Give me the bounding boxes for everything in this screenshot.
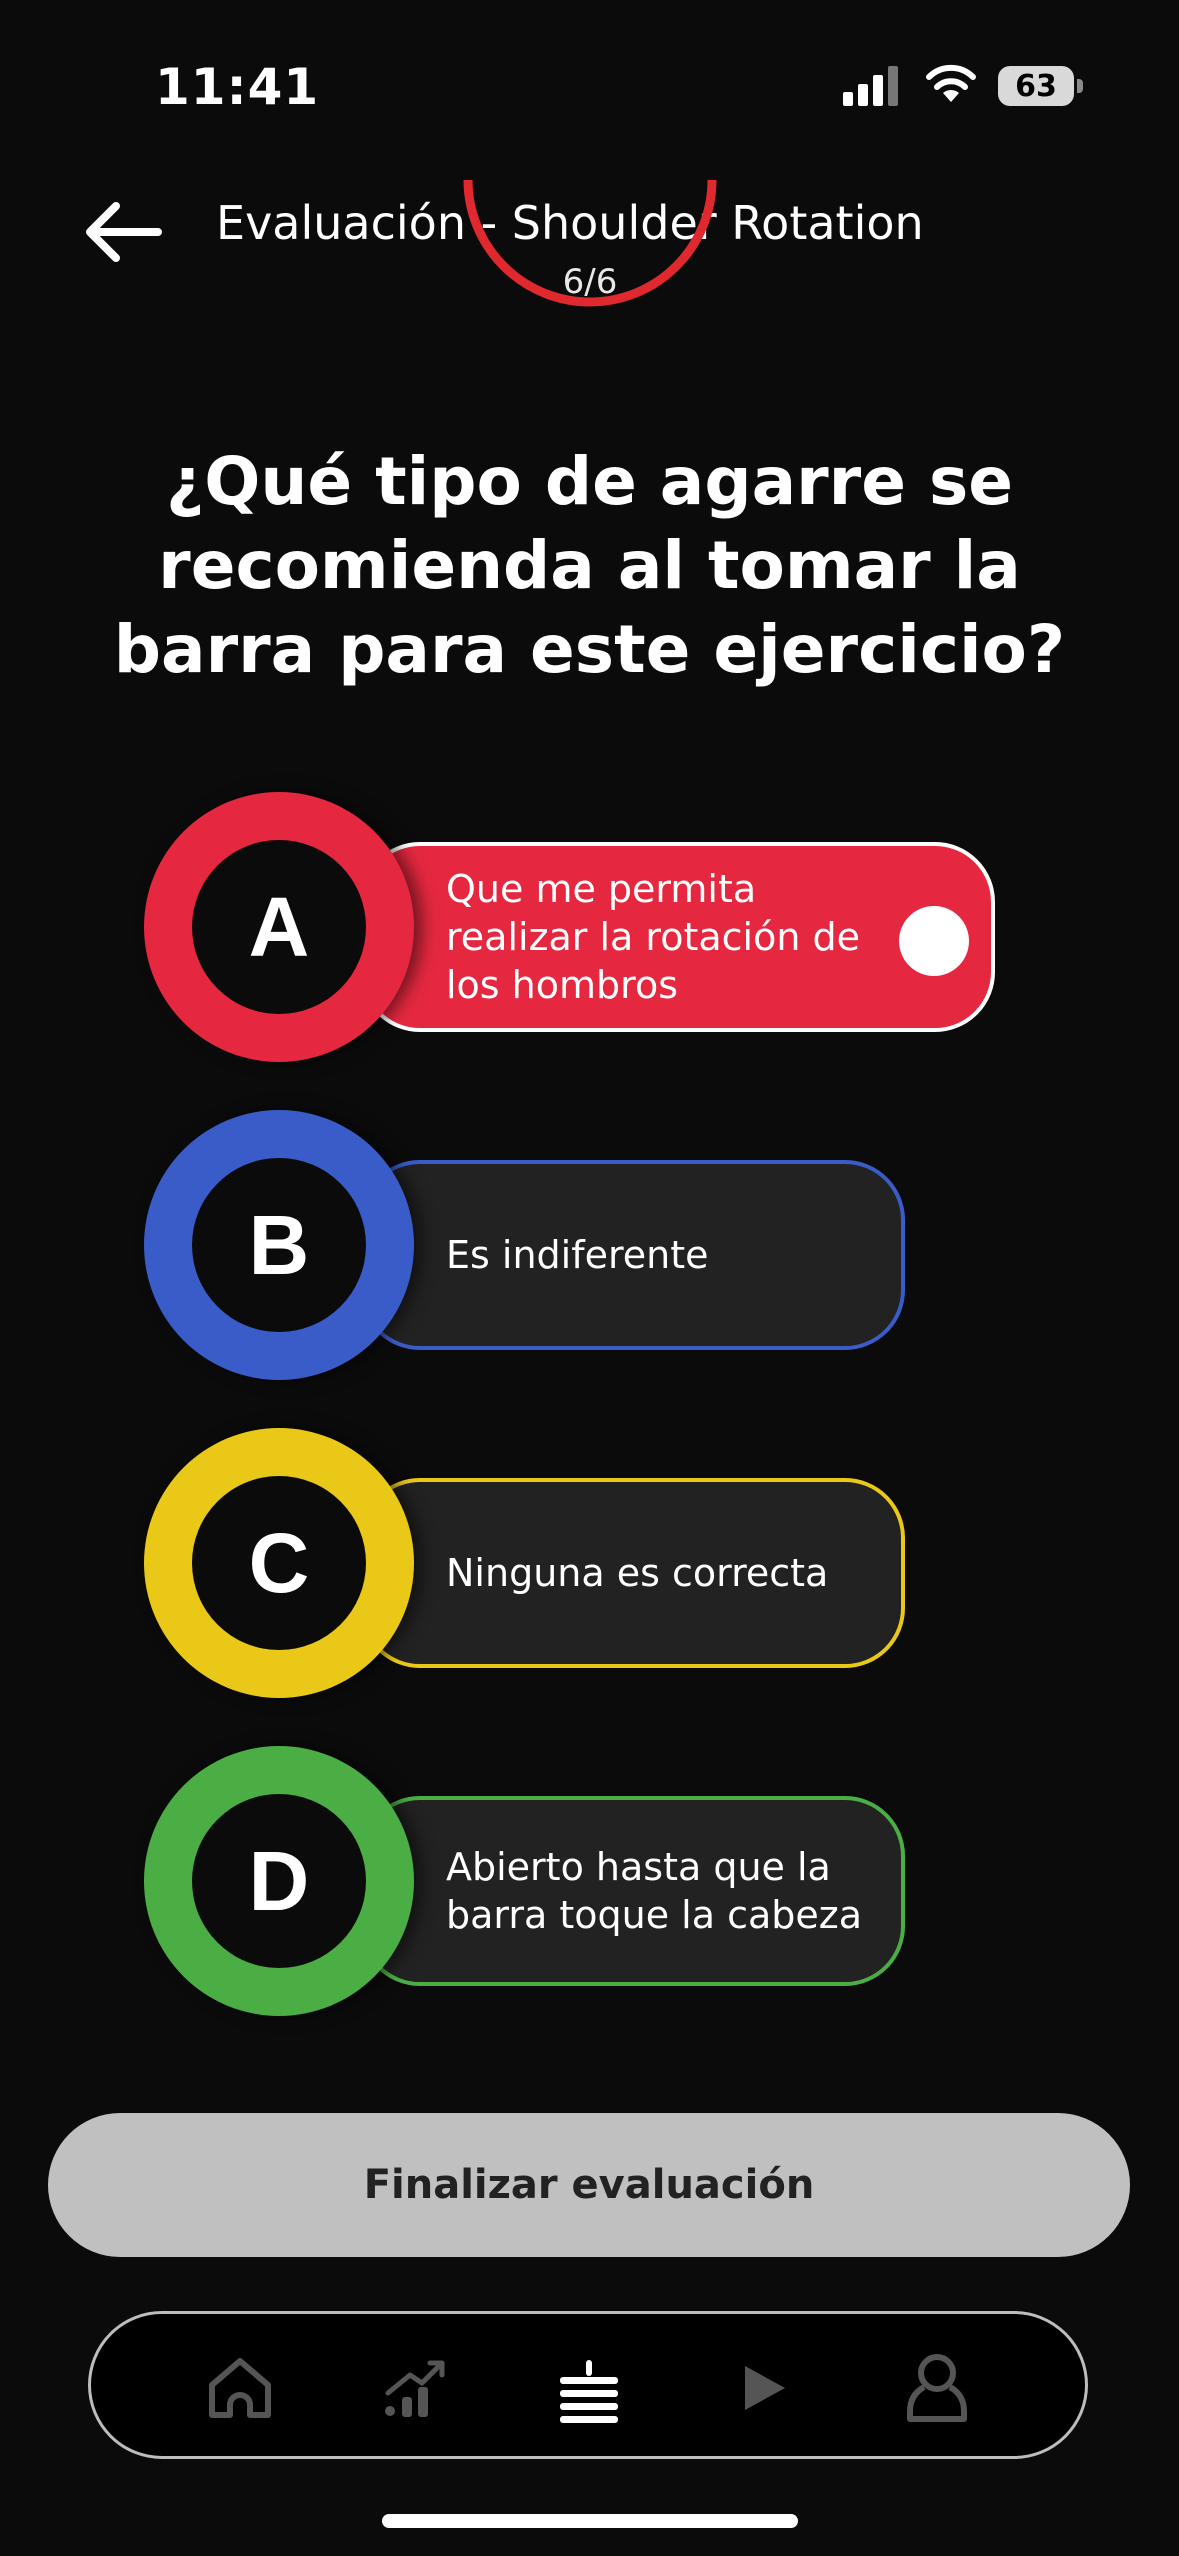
home-indicator [382,2514,798,2528]
tab-home[interactable] [200,2348,280,2428]
option-letter: B [192,1158,366,1332]
answer-option-pill[interactable]: Que me permita realizar la rotación de l… [360,842,995,1032]
tab-stats[interactable] [375,2348,455,2428]
tab-play[interactable] [723,2348,803,2428]
option-letter-badge[interactable]: D [144,1746,414,2016]
answer-option-a[interactable]: Que me permita realizar la rotación de l… [0,792,1179,1062]
answer-option-b[interactable]: Es indiferente B [0,1110,1179,1380]
answer-option-d[interactable]: Abierto hasta que la barra toque la cabe… [0,1746,1179,2016]
selected-radio-indicator [899,906,969,976]
arrow-left-icon [86,202,162,262]
answer-option-c[interactable]: Ninguna es correcta C [0,1428,1179,1698]
status-bar: 11:41 63 [0,0,1179,180]
answer-option-text: Es indiferente [446,1233,709,1277]
answer-option-text: Ninguna es correcta [446,1551,829,1595]
wifi-icon [926,64,976,102]
answer-option-pill[interactable]: Abierto hasta que la barra toque la cabe… [360,1796,905,1986]
play-icon [745,2366,785,2410]
option-letter-badge[interactable]: C [144,1428,414,1698]
progress-label: 6/6 [562,262,618,302]
option-letter: C [192,1476,366,1650]
stats-icon [385,2360,445,2417]
list-icon [560,2360,618,2423]
option-letter: D [192,1794,366,1968]
back-button[interactable] [78,192,168,272]
profile-icon [907,2354,967,2422]
answer-option-pill[interactable]: Es indiferente [360,1160,905,1350]
answer-option-pill[interactable]: Ninguna es correcta [360,1478,905,1668]
cellular-signal-icon [843,66,898,106]
option-letter: A [192,840,366,1014]
battery-indicator: 63 [998,66,1074,106]
home-icon [209,2358,271,2418]
question-text: ¿Qué tipo de agarre se recomienda al tom… [113,443,1066,688]
status-time: 11:41 [155,58,320,116]
progress-ring: 6/6 [460,180,720,400]
option-letter-badge[interactable]: B [144,1110,414,1380]
option-letter-badge[interactable]: A [144,792,414,1062]
finish-evaluation-button[interactable]: Finalizar evaluación [48,2113,1130,2257]
tab-bar [88,2311,1088,2459]
battery-tip [1077,79,1083,93]
tab-profile[interactable] [897,2348,977,2428]
tab-list[interactable] [549,2348,629,2428]
answer-option-text: Que me permita realizar la rotación de l… [446,867,861,1007]
answer-option-text: Abierto hasta que la barra toque la cabe… [446,1845,862,1937]
